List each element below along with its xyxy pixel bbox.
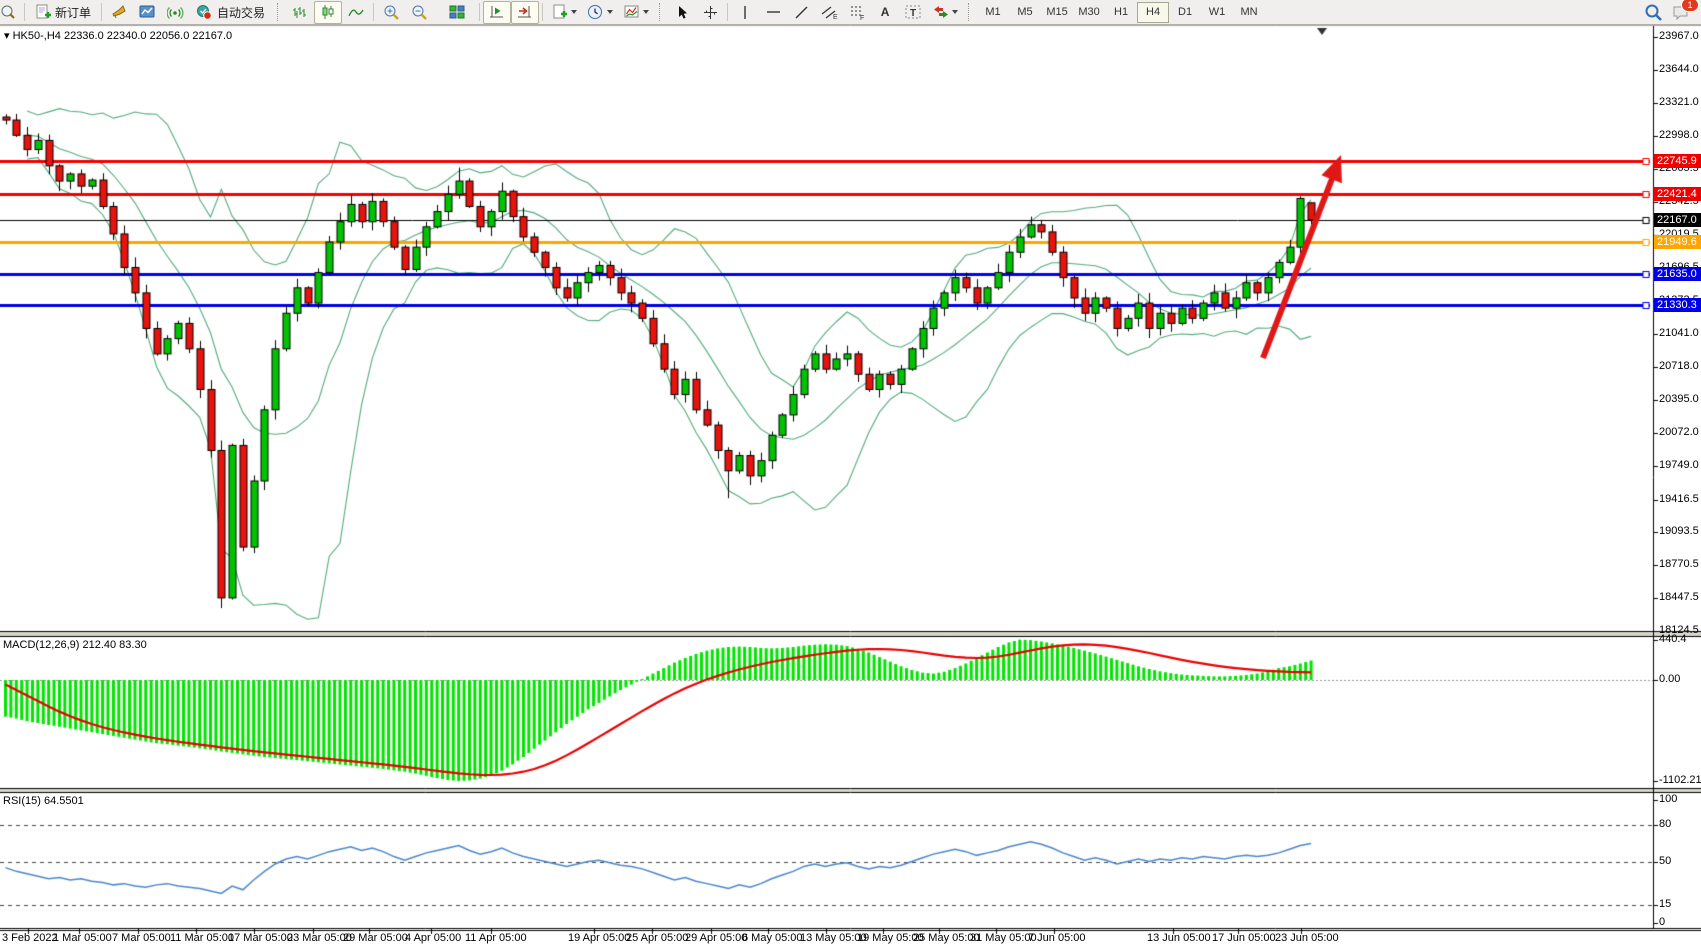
time-axis-label: 11 Apr 05:00 [465,932,527,944]
time-axis-label: 17 Jun 05:00 [1212,932,1276,944]
price-level-tag: 21330.3 [1654,298,1701,312]
price-level-tag: 21949.6 [1654,235,1701,249]
time-axis-label: 7 Mar 05:00 [112,932,171,944]
price-axis-tick: 20395.0 [1659,393,1699,405]
time-axis-label: 29 Apr 05:00 [685,932,747,944]
price-axis-tick: 18770.5 [1659,558,1699,570]
price-level-tag: 21635.0 [1654,267,1701,281]
chart-header: ▾ HK50-,H4 22336.0 22340.0 22056.0 22167… [4,29,232,42]
time-axis-label: 23 Jun 05:00 [1275,932,1339,944]
time-axis-label: 29 Mar 05:00 [343,932,408,944]
rsi-axis-tick: 0 [1659,916,1665,928]
header-ohlc: 22336.0 22340.0 22056.0 22167.0 [64,30,232,42]
time-axis-label: 3 Feb 2022 [2,932,58,944]
time-axis-label: 4 Apr 05:00 [405,932,461,944]
price-axis-tick: 19749.0 [1659,459,1699,471]
time-axis-label: 7 Jun 05:00 [1028,932,1086,944]
time-axis-label: 13 Jun 05:00 [1147,932,1211,944]
rsi-axis-tick: 15 [1659,898,1671,910]
macd-axis-tick: 440.4 [1659,633,1687,645]
rsi-axis-tick: 50 [1659,855,1671,867]
price-level-tag: 22167.0 [1654,213,1701,227]
price-axis-tick: 21041.0 [1659,327,1699,339]
price-axis-tick: 23321.0 [1659,96,1699,108]
time-axis-label: 19 Apr 05:00 [568,932,630,944]
macd-indicator-label: MACD(12,26,9) 212.40 83.30 [3,639,147,651]
macd-axis-tick: 0.00 [1659,673,1680,685]
price-axis-tick: 19416.5 [1659,493,1699,505]
price-axis-tick: 22998.0 [1659,129,1699,141]
rsi-indicator-label: RSI(15) 64.5501 [3,795,84,807]
time-axis-label: 6 May 05:00 [742,932,803,944]
chart-canvas[interactable] [0,0,1701,945]
price-level-tag: 22421.4 [1654,187,1701,201]
price-level-tag: 22745.9 [1654,154,1701,168]
price-axis-tick: 19093.5 [1659,525,1699,537]
price-axis-tick: 23967.0 [1659,30,1699,42]
symbol-period: HK50-,H4 [13,30,61,42]
time-axis-label: 11 Mar 05:00 [170,932,234,944]
price-axis-tick: 20072.0 [1659,426,1699,438]
trading-app-window: 新订单 自动交易 [0,0,1701,945]
time-axis-label: 31 May 05:00 [970,932,1037,944]
time-axis-label: 1 Mar 05:00 [53,932,112,944]
time-axis-label: 17 Mar 05:00 [228,932,293,944]
time-axis-label: 25 Apr 05:00 [626,932,688,944]
price-axis-tick: 23644.0 [1659,63,1699,75]
rsi-axis-tick: 80 [1659,818,1671,830]
collapse-arrow-icon[interactable]: ▾ [4,30,10,42]
price-axis-tick: 20718.0 [1659,360,1699,372]
macd-axis-tick: -1102.21 [1659,774,1701,786]
rsi-axis-tick: 100 [1659,793,1677,805]
price-axis-tick: 18447.5 [1659,591,1699,603]
